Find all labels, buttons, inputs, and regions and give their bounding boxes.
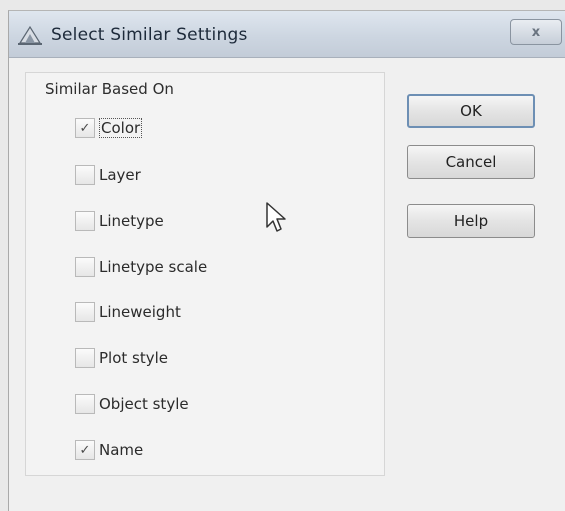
ok-button[interactable]: OK — [407, 94, 535, 128]
option-object-style-label: Object style — [99, 395, 189, 413]
cancel-button[interactable]: Cancel — [407, 145, 535, 179]
dialog-client-area: Similar Based On ✓ Color Layer Linetype … — [9, 58, 565, 511]
option-lineweight[interactable]: Lineweight — [75, 300, 181, 324]
option-linetype-scale[interactable]: Linetype scale — [75, 255, 207, 279]
option-name-label: Name — [99, 441, 144, 459]
checkbox-lineweight[interactable] — [75, 302, 95, 322]
close-button[interactable]: x — [510, 19, 562, 45]
checkbox-name[interactable]: ✓ — [75, 440, 95, 460]
option-linetype[interactable]: Linetype — [75, 209, 164, 233]
close-icon: x — [531, 24, 541, 40]
checkbox-linetype[interactable] — [75, 211, 95, 231]
option-plot-style-label: Plot style — [99, 349, 169, 367]
autocad-app-icon — [18, 25, 42, 45]
option-lineweight-label: Lineweight — [99, 303, 181, 321]
option-layer[interactable]: Layer — [75, 163, 141, 187]
option-color[interactable]: ✓ Color — [75, 116, 143, 140]
dialog-title: Select Similar Settings — [51, 25, 248, 45]
select-similar-settings-dialog: Select Similar Settings x Similar Based … — [8, 10, 565, 511]
option-linetype-scale-label: Linetype scale — [99, 258, 208, 276]
checkbox-linetype-scale[interactable] — [75, 257, 95, 277]
option-object-style[interactable]: Object style — [75, 392, 189, 416]
checkbox-color[interactable]: ✓ — [75, 118, 95, 138]
help-button[interactable]: Help — [407, 204, 535, 238]
option-name[interactable]: ✓ Name — [75, 438, 143, 462]
option-layer-label: Layer — [99, 166, 141, 184]
mouse-cursor-icon — [266, 202, 286, 232]
checkbox-object-style[interactable] — [75, 394, 95, 414]
option-color-label: Color — [99, 118, 143, 138]
checkbox-plot-style[interactable] — [75, 348, 95, 368]
title-bar[interactable]: Select Similar Settings x — [9, 11, 565, 58]
option-plot-style[interactable]: Plot style — [75, 346, 168, 370]
checkbox-layer[interactable] — [75, 165, 95, 185]
option-linetype-label: Linetype — [99, 212, 164, 230]
group-label: Similar Based On — [45, 80, 174, 98]
